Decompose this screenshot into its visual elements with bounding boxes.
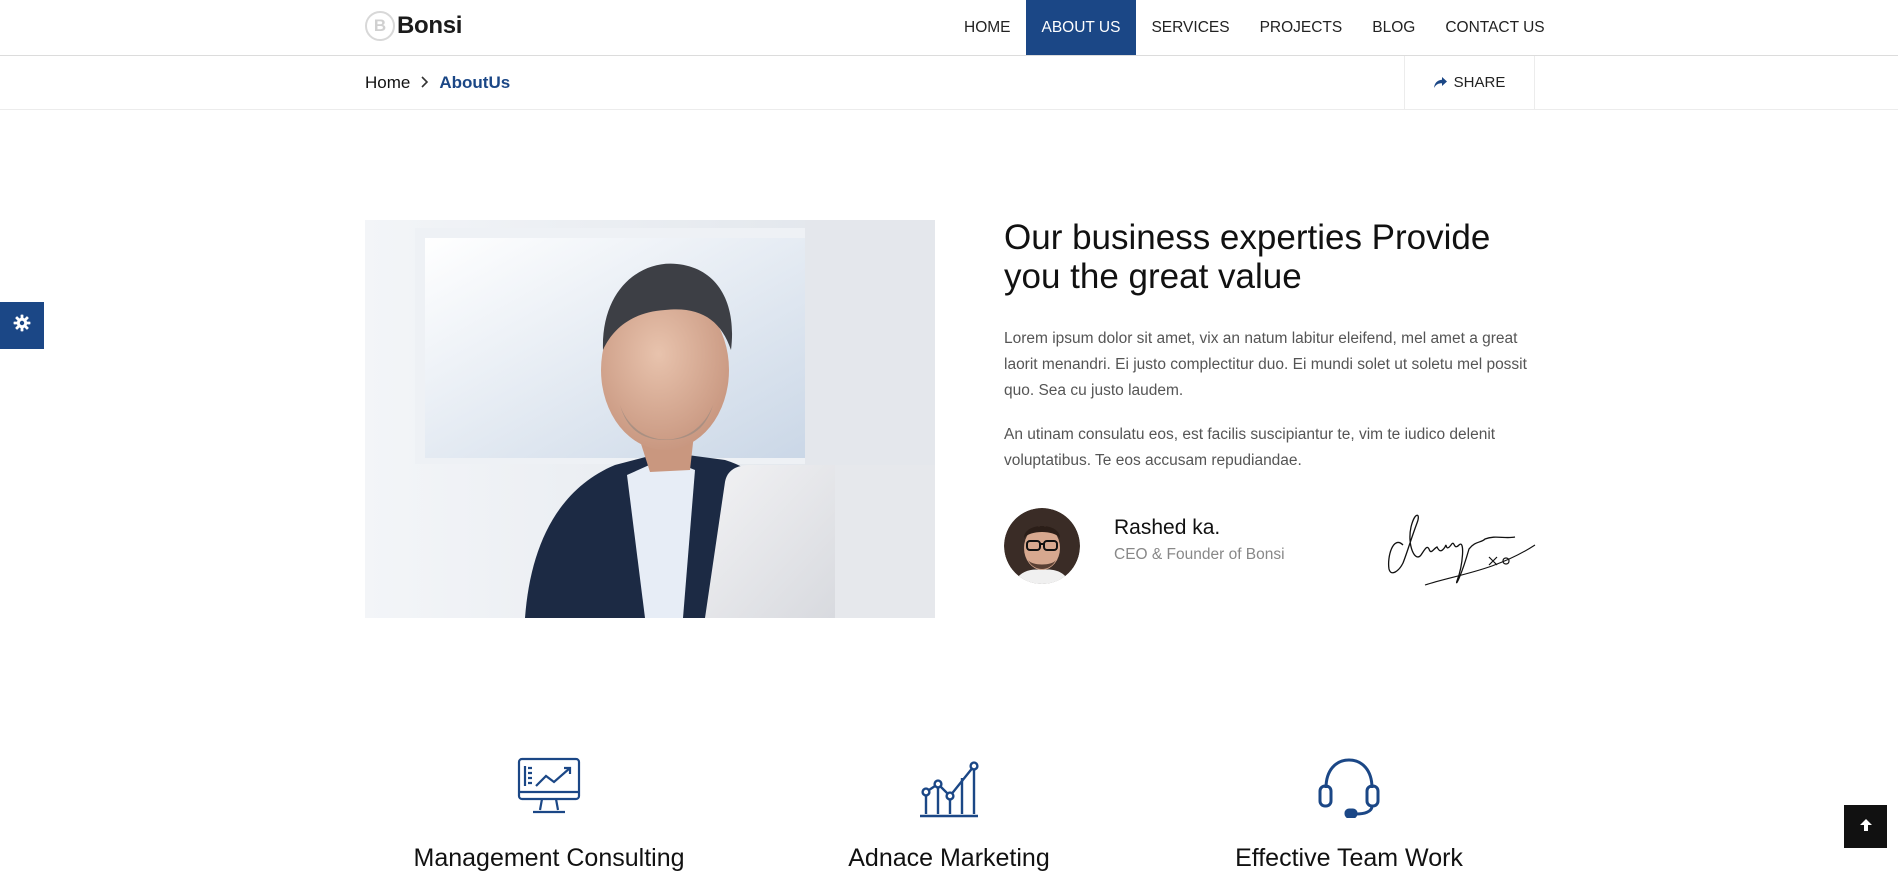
avatar [1004, 508, 1080, 584]
chevron-right-icon [420, 75, 429, 91]
about-hero-image [365, 220, 935, 618]
share-icon [1433, 76, 1447, 89]
breadcrumb-current: AboutUs [439, 72, 511, 92]
about-heading: Our business experties Provide you the g… [1004, 218, 1491, 296]
nav-home[interactable]: HOME [949, 0, 1026, 55]
breadcrumb-home-link[interactable]: Home [365, 73, 410, 93]
site-header: B Bonsi HOME ABOUT US SERVICES PROJECTS … [0, 0, 1898, 56]
breadcrumb-bar: Home AboutUs SHARE [0, 56, 1898, 110]
settings-panel-toggle[interactable] [0, 302, 44, 349]
nav-about-us[interactable]: ABOUT US [1025, 0, 1137, 55]
logo-text: Bonsi [397, 12, 463, 39]
gear-icon [13, 314, 31, 337]
growth-chart-icon [916, 756, 982, 818]
signature-image [1385, 505, 1537, 591]
monitor-chart-icon [516, 756, 582, 818]
share-label: SHARE [1453, 74, 1506, 91]
breadcrumb: Home AboutUs [365, 56, 510, 109]
person-role: CEO & Founder of Bonsi [1114, 546, 1285, 563]
logo-mark: B [365, 11, 395, 41]
site-logo[interactable]: B Bonsi [365, 10, 462, 42]
service-title-2: Adnace Marketing [848, 844, 1050, 872]
nav-contact-us[interactable]: CONTACT US [1430, 0, 1559, 55]
service-title-3: Effective Team Work [1235, 844, 1463, 872]
back-to-top-button[interactable] [1844, 805, 1887, 848]
nav-services[interactable]: SERVICES [1136, 0, 1244, 55]
about-paragraph-1: Lorem ipsum dolor sit amet, vix an natum… [1004, 330, 1527, 399]
nav-blog[interactable]: BLOG [1357, 0, 1430, 55]
person-name: Rashed ka. [1114, 516, 1221, 539]
about-paragraph-2: An utinam consulatu eos, est facilis sus… [1004, 426, 1496, 469]
service-title-1: Management Consulting [413, 844, 685, 872]
nav-projects[interactable]: PROJECTS [1245, 0, 1358, 55]
headset-icon [1316, 756, 1382, 819]
main-nav: HOME ABOUT US SERVICES PROJECTS BLOG CON… [949, 0, 1560, 55]
share-button[interactable]: SHARE [1404, 56, 1535, 109]
arrow-up-icon [1859, 818, 1872, 836]
